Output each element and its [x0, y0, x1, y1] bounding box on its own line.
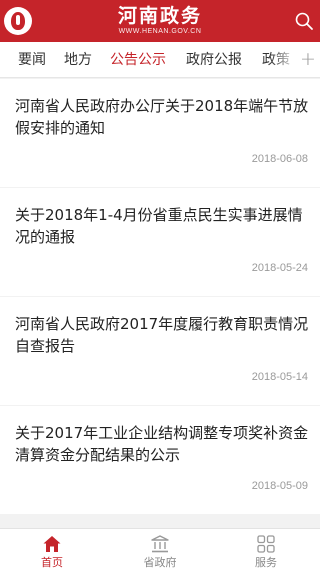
article-title: 河南省人民政府办公厅关于2018年端午节放假安排的通知	[15, 97, 309, 137]
app-header: 河南政务 WWW.HENAN.GOV.CN	[0, 0, 320, 42]
home-icon	[42, 534, 62, 554]
add-tab-plus-icon[interactable]: +	[296, 42, 320, 77]
nav-home[interactable]: 首页	[12, 529, 92, 570]
tab-news[interactable]: 要闻	[18, 42, 46, 77]
article-date: 2018-05-09	[251, 480, 308, 492]
article-title: 河南省人民政府2017年度履行教育职责情况自查报告	[15, 315, 309, 355]
search-icon[interactable]	[294, 11, 314, 31]
government-building-icon	[150, 534, 170, 554]
tab-local[interactable]: 地方	[64, 42, 92, 77]
category-tabs: 要闻 地方 公告公示 政府公报 政策 +	[0, 42, 320, 78]
tab-gov-gazette[interactable]: 政府公报	[186, 42, 242, 77]
nav-services[interactable]: 服务	[226, 529, 306, 570]
tab-announcements[interactable]: 公告公示	[110, 42, 166, 77]
henan-logo-icon[interactable]	[4, 7, 32, 35]
article-date: 2018-06-08	[251, 153, 308, 165]
nav-home-label: 首页	[41, 556, 63, 569]
article-title: 关于2017年工业企业结构调整专项奖补资金清算资金分配结果的公示	[15, 424, 309, 464]
article-title: 关于2018年1-4月份省重点民生实事进展情况的通报	[15, 206, 303, 246]
grid-icon	[256, 534, 276, 554]
nav-services-label: 服务	[255, 556, 277, 569]
brand-name: 河南政务	[117, 5, 202, 27]
list-item[interactable]: 关于2018年1-4月份省重点民生实事进展情况的通报 2018-05-24	[0, 188, 320, 296]
list-item[interactable]: 关于2017年工业企业结构调整专项奖补资金清算资金分配结果的公示 2018-05…	[0, 406, 320, 514]
brand: 河南政务 WWW.HENAN.GOV.CN	[117, 5, 202, 36]
bottom-nav: 首页 省政府 服务	[0, 528, 320, 570]
nav-provincial-gov-label: 省政府	[143, 556, 177, 569]
nav-provincial-gov[interactable]: 省政府	[120, 529, 200, 570]
brand-url: WWW.HENAN.GOV.CN	[118, 28, 202, 35]
article-date: 2018-05-24	[251, 262, 308, 274]
article-date: 2018-05-14	[251, 371, 308, 383]
list-item[interactable]: 河南省人民政府办公厅关于2018年端午节放假安排的通知 2018-06-08	[0, 79, 320, 187]
tabs-fade	[270, 42, 298, 77]
list-item[interactable]: 河南省人民政府2017年度履行教育职责情况自查报告 2018-05-14	[0, 297, 320, 405]
